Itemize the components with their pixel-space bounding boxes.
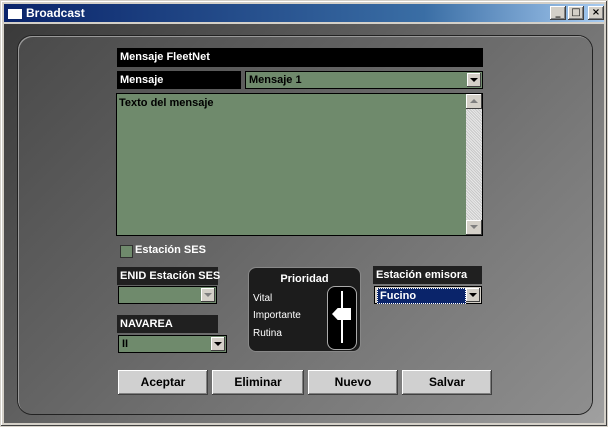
chevron-down-icon[interactable] xyxy=(211,337,225,351)
save-button[interactable]: Salvar xyxy=(402,370,492,395)
enid-select[interactable] xyxy=(118,286,217,304)
chevron-down-icon[interactable] xyxy=(201,288,215,302)
new-button[interactable]: Nuevo xyxy=(308,370,398,395)
estacion-emisora-value: Fucino xyxy=(377,288,466,304)
mensaje-select[interactable]: Mensaje 1 xyxy=(245,71,483,89)
priority-option-vital[interactable]: Vital xyxy=(253,293,272,304)
minimize-button[interactable]: _ xyxy=(550,6,566,20)
message-text: Texto del mensaje xyxy=(119,97,214,109)
form-header-label: Mensaje FleetNet xyxy=(117,48,483,67)
priority-title: Prioridad xyxy=(280,273,329,285)
estacion-ses-checkbox[interactable] xyxy=(120,245,133,258)
title-bar[interactable]: Broadcast _ □ × xyxy=(4,4,604,22)
estacion-ses-label: Estación SES xyxy=(135,244,206,256)
accept-button[interactable]: Aceptar xyxy=(118,370,208,395)
priority-option-importante[interactable]: Importante xyxy=(253,310,301,321)
chevron-down-icon[interactable] xyxy=(466,288,480,302)
mensaje-label: Mensaje xyxy=(117,71,241,89)
broadcast-window: Broadcast _ □ × Mensaje FleetNet Mensaje… xyxy=(0,0,608,427)
navarea-label: NAVAREA xyxy=(117,315,218,333)
close-button[interactable]: × xyxy=(588,6,604,20)
priority-option-rutina[interactable]: Rutina xyxy=(253,328,282,339)
maximize-button[interactable]: □ xyxy=(568,6,584,20)
navarea-select-value: II xyxy=(122,338,129,350)
window-title: Broadcast xyxy=(26,6,85,20)
message-text-area[interactable]: Texto del mensaje xyxy=(116,93,483,236)
priority-slider-thumb[interactable] xyxy=(332,308,351,320)
estacion-emisora-label: Estación emisora xyxy=(373,266,482,284)
priority-slider[interactable] xyxy=(327,286,357,350)
scroll-down-icon[interactable] xyxy=(466,220,482,235)
priority-group: Prioridad Vital Importante Rutina xyxy=(248,267,361,352)
mensaje-select-value: Mensaje 1 xyxy=(249,74,302,86)
estacion-emisora-select[interactable]: Fucino xyxy=(374,286,482,304)
message-scrollbar[interactable] xyxy=(466,94,482,235)
navarea-select[interactable]: II xyxy=(118,335,227,353)
chevron-down-icon[interactable] xyxy=(467,73,481,87)
window-app-icon xyxy=(7,8,23,20)
enid-label: ENID Estación SES xyxy=(117,267,220,285)
scroll-up-icon[interactable] xyxy=(466,94,482,109)
delete-button[interactable]: Eliminar xyxy=(212,370,304,395)
